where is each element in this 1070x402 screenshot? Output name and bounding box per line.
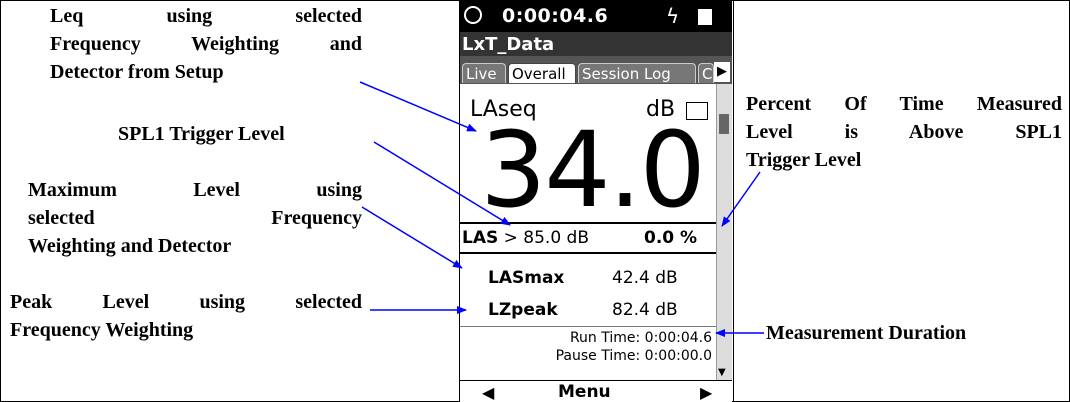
arrow-leq	[359, 81, 477, 132]
arrow-maximum	[361, 206, 463, 269]
arrow-percent	[721, 171, 761, 227]
arrow-spl1	[373, 141, 511, 226]
callout-arrows	[359, 81, 764, 337]
